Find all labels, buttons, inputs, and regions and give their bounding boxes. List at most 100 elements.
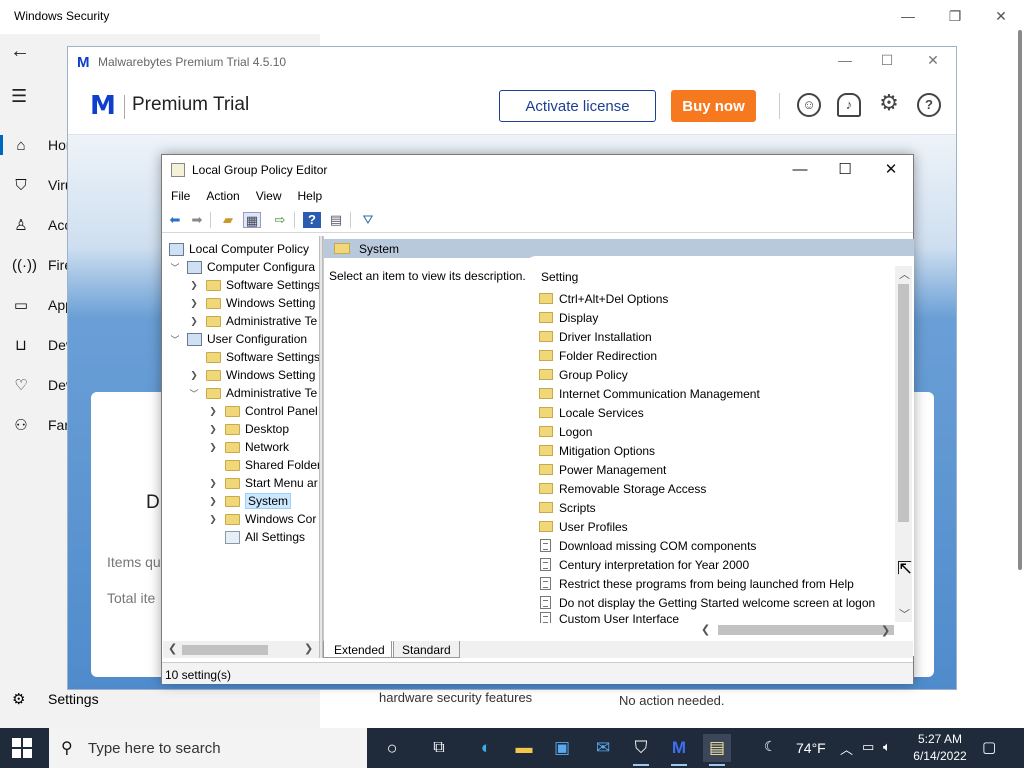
chevron-up-icon[interactable]: ︿	[840, 739, 853, 758]
gp-maximize-button[interactable]: ☐	[822, 159, 868, 181]
gear-icon[interactable]: ⚙	[877, 92, 901, 117]
notification-icon[interactable]: ▢	[982, 738, 996, 756]
list-item[interactable]: Logon	[539, 422, 592, 441]
chevron-right-icon[interactable]: ❯	[188, 370, 200, 381]
tree-horizontal-scrollbar[interactable]: ❮ ❯	[163, 641, 319, 658]
menu-help[interactable]: Help	[289, 185, 330, 207]
chevron-right-icon[interactable]: ❯	[207, 478, 219, 489]
volume-icon[interactable]: 🔈︎	[883, 739, 891, 755]
scroll-left-icon[interactable]: ❮	[168, 642, 177, 655]
list-item[interactable]: Scripts	[539, 498, 596, 517]
task-view-icon[interactable]: ⧉	[425, 734, 453, 762]
tree-node[interactable]: All Settings	[207, 528, 305, 546]
tree-node[interactable]: Shared Folder	[207, 456, 319, 474]
setting-column-header[interactable]: Setting	[541, 270, 578, 284]
show-hide-tree-icon[interactable]: ▦	[243, 212, 261, 228]
chevron-down-icon[interactable]: ﹀	[169, 261, 181, 274]
cortana-icon[interactable]: ○	[378, 734, 406, 762]
list-item[interactable]: Ctrl+Alt+Del Options	[539, 289, 668, 308]
tree-node[interactable]: ❯ Windows Cor	[207, 510, 316, 528]
help-icon[interactable]: ?	[303, 212, 321, 228]
tree-node-selected[interactable]: ❯ System	[207, 492, 292, 510]
tree-node[interactable]: ❯ Control Panel	[207, 402, 318, 420]
export-list-icon[interactable]: ⇨	[271, 212, 289, 228]
tree-node[interactable]: ❯ Desktop	[207, 420, 289, 438]
chevron-right-icon[interactable]: ❯	[207, 406, 219, 417]
filter-icon[interactable]: ⛛	[359, 212, 377, 228]
tree-node[interactable]: ❯ Software Settings	[188, 276, 319, 294]
up-folder-icon[interactable]: ▰	[219, 212, 237, 228]
tree-node[interactable]: ❯ Windows Setting	[188, 294, 315, 312]
chevron-right-icon[interactable]: ❯	[188, 316, 200, 327]
tree-node[interactable]: ﹀ User Configuration	[169, 330, 307, 348]
clock-time[interactable]: 5:27 AM	[900, 732, 980, 746]
list-hscroll-thumb[interactable]	[718, 625, 894, 635]
back-arrow-icon[interactable]: ←	[10, 40, 30, 63]
tree-node[interactable]: ﹀ Administrative Te	[188, 384, 317, 402]
ws-restore-button[interactable]: ❐	[940, 6, 970, 26]
list-horizontal-scrollbar[interactable]: ❮	[700, 622, 896, 638]
menu-action[interactable]: Action	[197, 185, 246, 207]
chevron-right-icon[interactable]: ❯	[207, 496, 219, 507]
list-item[interactable]: Download missing COM components	[539, 536, 756, 555]
ws-minimize-button[interactable]: —	[893, 6, 923, 26]
menu-view[interactable]: View	[247, 185, 289, 207]
list-item[interactable]: Do not display the Getting Started welco…	[539, 593, 875, 612]
tab-standard[interactable]: Standard	[391, 641, 460, 658]
list-item[interactable]: User Profiles	[539, 517, 628, 536]
gp-minimize-button[interactable]: —	[777, 159, 823, 181]
mb-minimize-button[interactable]: —	[830, 52, 860, 68]
mb-close-button[interactable]: ✕	[918, 52, 948, 69]
list-item[interactable]: Display	[539, 308, 598, 327]
scroll-left-icon[interactable]: ❮	[701, 623, 710, 636]
buy-now-button[interactable]: Buy now	[671, 90, 756, 122]
hamburger-menu-icon[interactable]: ☰	[11, 86, 27, 107]
scroll-right-icon[interactable]: ❯	[881, 624, 890, 637]
ws-scrollbar[interactable]	[1018, 30, 1022, 570]
scroll-right-icon[interactable]: ❯	[304, 642, 313, 655]
list-item[interactable]: Mitigation Options	[539, 441, 655, 460]
tree-node[interactable]: Software Settings	[188, 348, 319, 366]
windows-security-taskbar-icon[interactable]: ⛉	[627, 734, 655, 766]
list-item[interactable]: Group Policy	[539, 365, 628, 384]
scroll-down-icon[interactable]: ﹀	[899, 606, 910, 622]
tree-node[interactable]: Local Computer Policy	[169, 240, 309, 258]
network-icon[interactable]: ▭	[862, 739, 874, 755]
list-item[interactable]: Locale Services	[539, 403, 644, 422]
chevron-right-icon[interactable]: ❯	[188, 298, 200, 309]
mail-icon[interactable]: ✉	[589, 734, 617, 762]
ws-close-button[interactable]: ✕	[986, 6, 1016, 26]
list-item[interactable]: Internet Communication Management	[539, 384, 760, 403]
temperature[interactable]: 74°F	[796, 740, 826, 756]
properties-view-icon[interactable]: ▤	[327, 212, 345, 228]
tree-node[interactable]: ❯ Windows Setting	[188, 366, 315, 384]
bell-icon[interactable]: ♪	[837, 93, 861, 117]
mb-maximize-button[interactable]: ☐	[872, 52, 902, 69]
chevron-down-icon[interactable]: ﹀	[188, 387, 200, 400]
moon-weather-icon[interactable]: ☾	[764, 738, 777, 755]
activate-license-button[interactable]: Activate license	[499, 90, 656, 122]
chevron-right-icon[interactable]: ❯	[207, 442, 219, 453]
chevron-right-icon[interactable]: ❯	[207, 424, 219, 435]
chevron-right-icon[interactable]: ❯	[188, 280, 200, 291]
chevron-right-icon[interactable]: ❯	[207, 514, 219, 525]
chevron-down-icon[interactable]: ﹀	[169, 333, 181, 346]
tree-node[interactable]: ❯ Administrative Te	[188, 312, 317, 330]
tree-scroll-thumb[interactable]	[182, 645, 268, 655]
help-icon[interactable]: ?	[917, 93, 941, 117]
tree-node[interactable]: ﹀ Computer Configura	[169, 258, 315, 276]
malwarebytes-taskbar-icon[interactable]: M	[665, 734, 693, 766]
start-button[interactable]	[12, 738, 32, 758]
edge-icon[interactable]: ◐	[472, 734, 500, 762]
list-item[interactable]: Driver Installation	[539, 327, 652, 346]
tab-extended[interactable]: Extended	[323, 641, 394, 658]
list-item[interactable]: Century interpretation for Year 2000	[539, 555, 749, 574]
tree-node[interactable]: ❯ Network	[207, 438, 289, 456]
file-explorer-icon[interactable]: ▬	[510, 734, 538, 762]
clock-date[interactable]: 6/14/2022	[900, 749, 980, 763]
notepad-taskbar-icon[interactable]: ▤	[703, 734, 731, 766]
list-item[interactable]: Custom User Interface	[539, 612, 679, 623]
ws-settings-nav[interactable]: ⚙ Settings	[12, 690, 99, 708]
list-item[interactable]: Removable Storage Access	[539, 479, 706, 498]
list-item[interactable]: Folder Redirection	[539, 346, 657, 365]
